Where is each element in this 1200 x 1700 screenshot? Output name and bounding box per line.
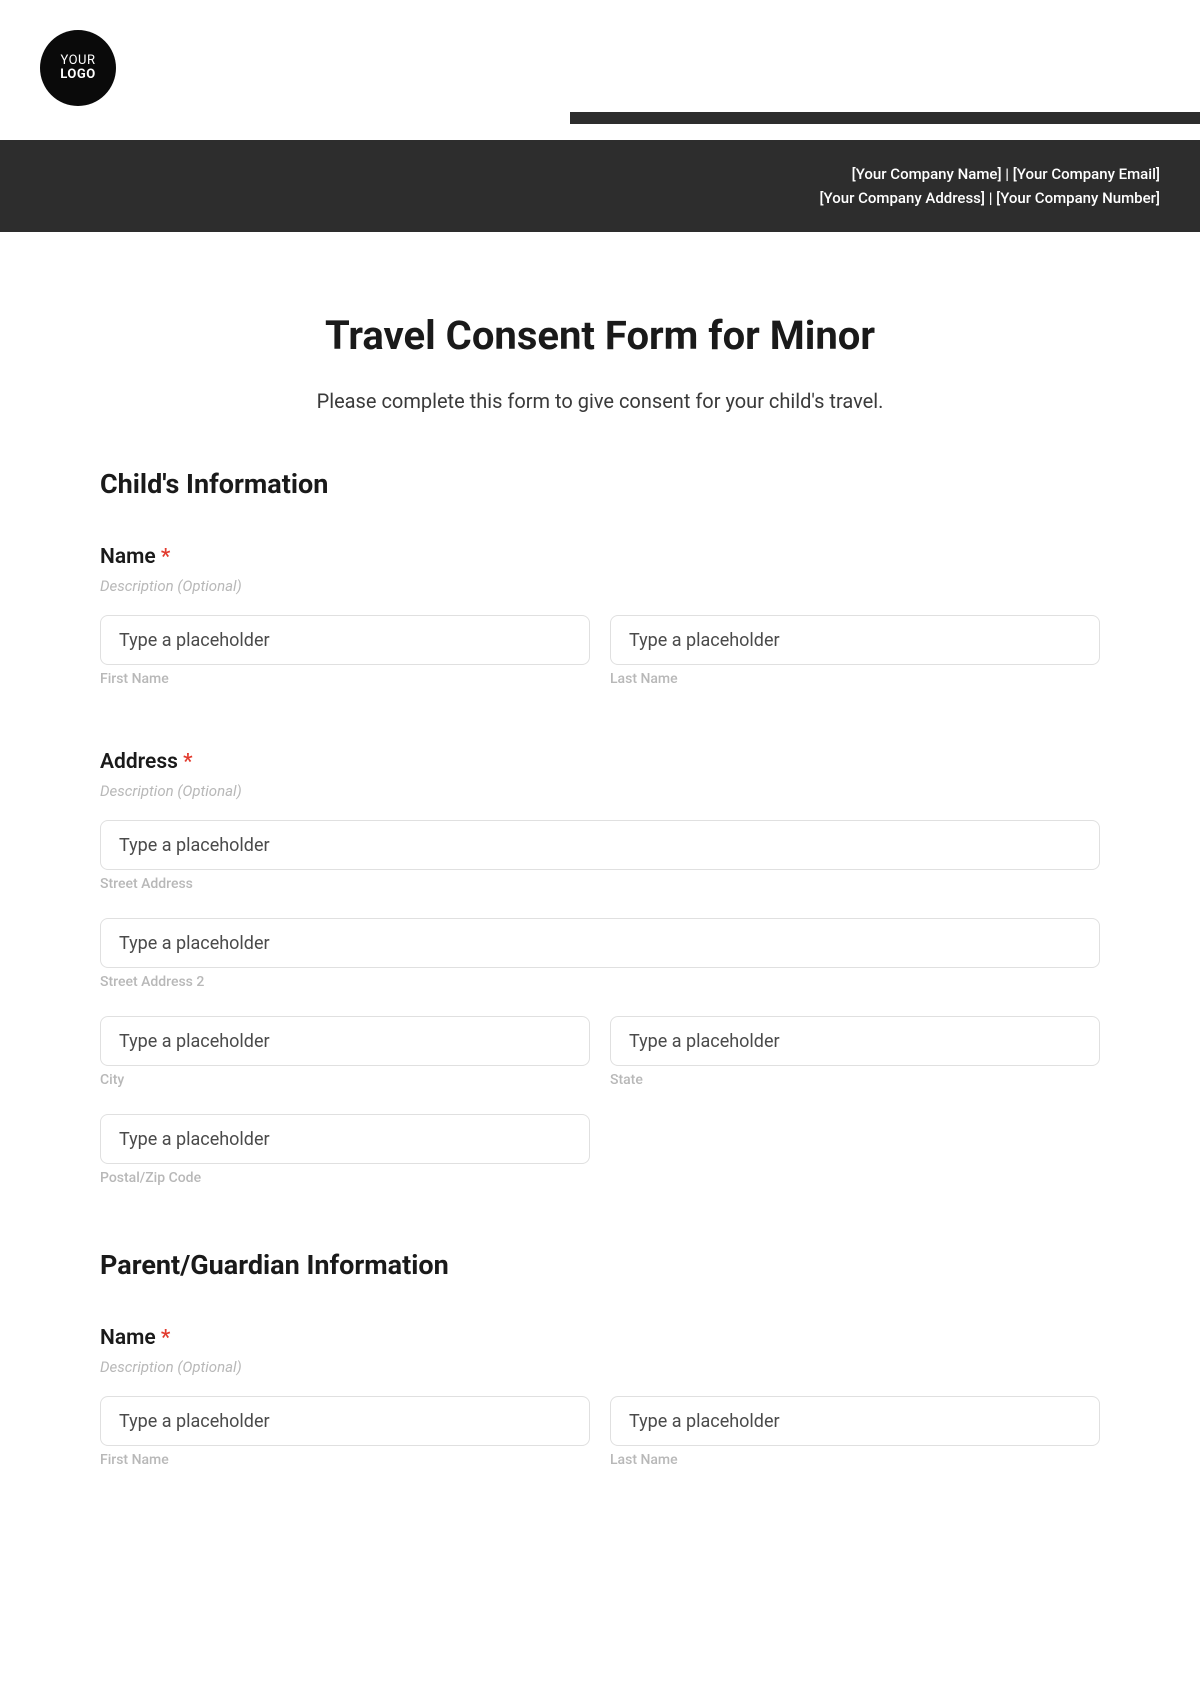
child-address-label: Address * <box>100 750 1100 774</box>
street2-sublabel: Street Address 2 <box>100 974 1100 990</box>
logo-line1: YOUR <box>60 54 95 68</box>
child-name-label: Name * <box>100 545 1100 569</box>
required-asterisk: * <box>161 545 170 569</box>
guardian-first-name-input[interactable] <box>100 1396 590 1446</box>
guardian-name-description: Description (Optional) <box>100 1358 1100 1376</box>
child-address-block: Address * Description (Optional) Street … <box>100 750 1100 1204</box>
company-header: [Your Company Name] | [Your Company Emai… <box>0 140 1200 232</box>
guardian-name-block: Name * Description (Optional) First Name… <box>100 1326 1100 1486</box>
child-name-description: Description (Optional) <box>100 577 1100 595</box>
required-asterisk: * <box>183 750 192 774</box>
guardian-last-name-input[interactable] <box>610 1396 1100 1446</box>
postal-sublabel: Postal/Zip Code <box>100 1170 590 1186</box>
city-input[interactable] <box>100 1016 590 1066</box>
logo-line2: LOGO <box>60 68 95 82</box>
section-child-heading: Child's Information <box>100 468 1100 500</box>
company-line2: [Your Company Address] | [Your Company N… <box>40 186 1160 210</box>
guardian-last-name-sublabel: Last Name <box>610 1452 1100 1468</box>
form-content: Travel Consent Form for Minor Please com… <box>0 232 1200 1571</box>
child-last-name-sublabel: Last Name <box>610 671 1100 687</box>
guardian-first-name-sublabel: First Name <box>100 1452 590 1468</box>
state-sublabel: State <box>610 1072 1100 1088</box>
form-title: Travel Consent Form for Minor <box>100 312 1100 359</box>
postal-input[interactable] <box>100 1114 590 1164</box>
form-subtitle: Please complete this form to give consen… <box>100 389 1100 413</box>
street-sublabel: Street Address <box>100 876 1100 892</box>
company-line1: [Your Company Name] | [Your Company Emai… <box>40 162 1160 186</box>
child-last-name-input[interactable] <box>610 615 1100 665</box>
street2-input[interactable] <box>100 918 1100 968</box>
city-sublabel: City <box>100 1072 590 1088</box>
logo-placeholder: YOUR LOGO <box>40 30 116 106</box>
decorative-bar <box>570 112 1200 124</box>
child-first-name-input[interactable] <box>100 615 590 665</box>
child-address-description: Description (Optional) <box>100 782 1100 800</box>
child-name-block: Name * Description (Optional) First Name… <box>100 545 1100 705</box>
top-area: YOUR LOGO <box>0 0 1200 140</box>
section-guardian-heading: Parent/Guardian Information <box>100 1249 1100 1281</box>
state-input[interactable] <box>610 1016 1100 1066</box>
required-asterisk: * <box>161 1326 170 1350</box>
street-input[interactable] <box>100 820 1100 870</box>
guardian-name-label: Name * <box>100 1326 1100 1350</box>
child-first-name-sublabel: First Name <box>100 671 590 687</box>
